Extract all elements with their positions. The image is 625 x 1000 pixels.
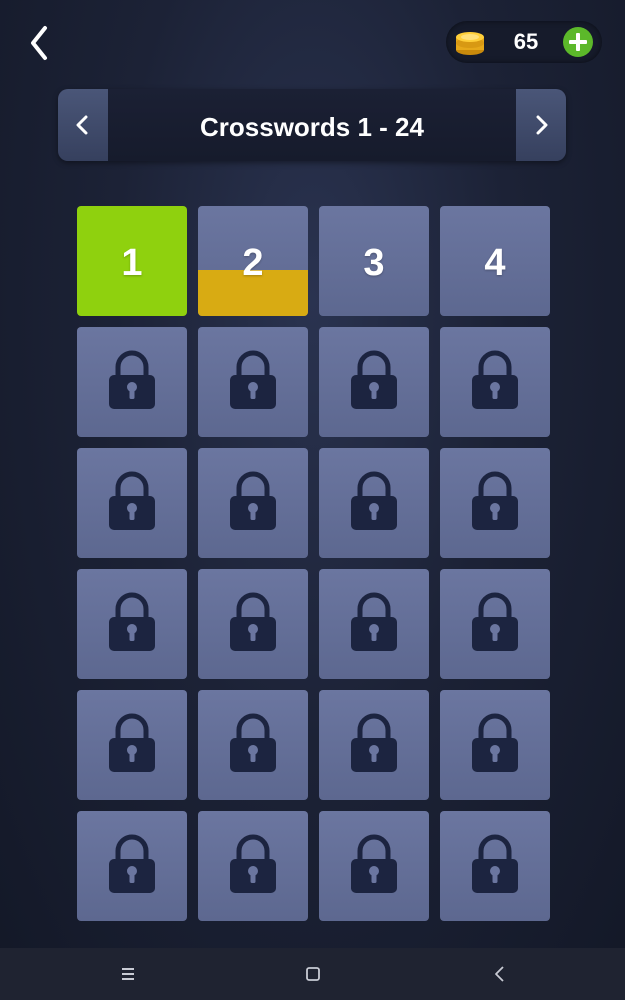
level-tile[interactable] xyxy=(77,811,187,921)
level-tile[interactable] xyxy=(319,811,429,921)
level-tile[interactable] xyxy=(198,327,308,437)
padlock-icon xyxy=(351,592,397,651)
level-tile[interactable] xyxy=(198,690,308,800)
chevron-left-icon xyxy=(31,26,47,60)
padlock-icon xyxy=(109,834,155,893)
padlock-icon xyxy=(351,350,397,409)
padlock-icon xyxy=(230,350,276,409)
back-button[interactable] xyxy=(26,24,56,62)
padlock-icon xyxy=(472,834,518,893)
padlock-icon xyxy=(472,471,518,530)
chevron-right-icon xyxy=(536,115,548,135)
level-tile[interactable] xyxy=(77,569,187,679)
level-tile[interactable]: 1 xyxy=(77,206,187,316)
level-tile[interactable] xyxy=(440,327,550,437)
level-tile[interactable] xyxy=(319,448,429,558)
menu-lines-icon[interactable] xyxy=(116,962,140,986)
padlock-icon xyxy=(472,713,518,772)
chevron-left-icon xyxy=(76,115,88,135)
level-tile[interactable] xyxy=(319,327,429,437)
level-pack-header: Crosswords 1 - 24 xyxy=(58,89,566,161)
padlock-icon xyxy=(109,713,155,772)
level-number: 2 xyxy=(242,242,264,284)
coin-count: 65 xyxy=(513,29,539,54)
gold-coins-icon xyxy=(456,32,484,55)
padlock-icon xyxy=(109,471,155,530)
level-number: 4 xyxy=(484,242,506,284)
level-tile[interactable] xyxy=(198,811,308,921)
padlock-icon xyxy=(472,592,518,651)
level-tile[interactable] xyxy=(440,811,550,921)
level-tile[interactable] xyxy=(77,690,187,800)
level-tile[interactable] xyxy=(198,448,308,558)
padlock-icon xyxy=(351,834,397,893)
level-tile[interactable] xyxy=(77,448,187,558)
padlock-icon xyxy=(109,592,155,651)
level-tile[interactable] xyxy=(440,569,550,679)
padlock-icon xyxy=(472,350,518,409)
padlock-icon xyxy=(351,471,397,530)
level-number: 1 xyxy=(121,242,143,284)
level-tile[interactable] xyxy=(319,690,429,800)
home-square-icon[interactable] xyxy=(301,962,325,986)
level-tile[interactable] xyxy=(198,569,308,679)
next-pack-button[interactable] xyxy=(516,89,566,161)
back-triangle-icon[interactable] xyxy=(488,962,512,986)
plus-circle-icon xyxy=(563,27,593,57)
padlock-icon xyxy=(351,713,397,772)
system-nav-bar xyxy=(0,948,625,1000)
pack-title: Crosswords 1 - 24 xyxy=(200,112,424,142)
level-tile[interactable] xyxy=(440,690,550,800)
coin-balance: 65 xyxy=(446,21,602,63)
padlock-icon xyxy=(230,592,276,651)
level-grid: 1 2 3 4 xyxy=(77,206,551,921)
add-coins-button[interactable] xyxy=(562,26,594,58)
padlock-icon xyxy=(230,713,276,772)
level-tile[interactable] xyxy=(440,448,550,558)
padlock-icon xyxy=(230,471,276,530)
level-number: 3 xyxy=(363,242,385,284)
level-tile[interactable] xyxy=(77,327,187,437)
padlock-icon xyxy=(109,350,155,409)
level-tile[interactable]: 2 xyxy=(198,206,308,316)
prev-pack-button[interactable] xyxy=(58,89,108,161)
level-tile[interactable]: 3 xyxy=(319,206,429,316)
padlock-icon xyxy=(230,834,276,893)
level-tile[interactable]: 4 xyxy=(440,206,550,316)
level-tile[interactable] xyxy=(319,569,429,679)
